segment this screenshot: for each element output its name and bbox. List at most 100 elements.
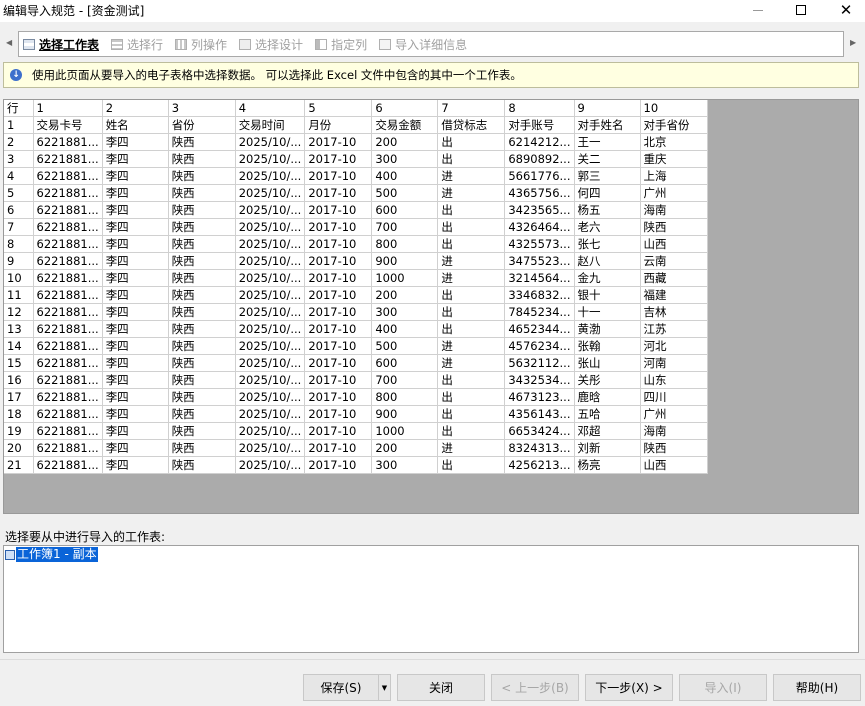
column-header[interactable]: 9 [574,100,641,118]
table-row[interactable]: 20 6221881... 李四 陕西 2025/10/... 2017-10 200 进 83… [4,439,708,458]
table-cell: 出 [437,388,506,407]
close-window-button[interactable]: ✕ [823,0,865,20]
tab-import-details[interactable]: 导入详细信息 [379,36,467,53]
table-cell: 月份 [304,116,373,135]
table-row[interactable]: 3 6221881... 李四 陕西 2025/10/... 2017-10 300 出 689… [4,150,708,169]
import-button[interactable]: 导入(I) [679,674,767,701]
table-cell: 6221881... [33,133,103,152]
tab-column-ops[interactable]: 列操作 [175,36,227,53]
minimize-icon [753,9,763,11]
table-cell: 800 [371,388,439,407]
table-row[interactable]: 21 6221881... 李四 陕西 2025/10/... 2017-10 300 出 42… [4,456,708,475]
table-row[interactable]: 17 6221881... 李四 陕西 2025/10/... 2017-10 800 出 46… [4,388,708,407]
row-number: 2 [4,133,34,152]
table-cell: 8324313... [504,439,575,458]
table-row[interactable]: 8 6221881... 李四 陕西 2025/10/... 2017-10 800 出 432… [4,235,708,254]
row-number: 12 [4,303,34,322]
sheet-list[interactable]: 工作簿1 - 副本 [3,545,859,653]
data-preview-grid[interactable]: 行 1 2 3 4 5 6 7 8 9 10 1 交易卡号 姓名 省份 交易时间 月份 交易金额 借贷标志 对手账号对… [3,99,859,514]
table-cell: 李四 [102,201,169,220]
table-cell: 进 [437,252,506,271]
table-cell: 陕西 [168,337,236,356]
table-cell: 陕西 [168,320,236,339]
table-row[interactable]: 1 交易卡号 姓名 省份 交易时间 月份 交易金额 借贷标志 对手账号 对手姓名 对手省份 [4,116,708,135]
table-row[interactable]: 18 6221881... 李四 陕西 2025/10/... 2017-10 900 出 43… [4,405,708,424]
table-cell: 6221881... [33,320,103,339]
column-header[interactable]: 7 [437,100,506,118]
save-button[interactable]: 保存(S) ▼ [303,674,391,701]
table-row[interactable]: 7 6221881... 李四 陕西 2025/10/... 2017-10 700 出 432… [4,218,708,237]
table-row[interactable]: 12 6221881... 李四 陕西 2025/10/... 2017-10 300 出 78… [4,303,708,322]
table-cell: 交易卡号 [33,116,103,135]
table-cell: 6221881... [33,235,103,254]
table-row[interactable]: 15 6221881... 李四 陕西 2025/10/... 2017-10 600 进 56… [4,354,708,373]
table-cell: 300 [371,303,439,322]
tab-select-sheet[interactable]: 选择工作表 [23,36,99,53]
table-cell: 出 [437,320,506,339]
table-cell: 李四 [102,184,169,203]
table-row[interactable]: 16 6221881... 李四 陕西 2025/10/... 2017-10 700 出 34… [4,371,708,390]
scroll-left-icon[interactable]: ◀ [6,38,12,47]
table-cell: 900 [371,252,439,271]
table-row[interactable]: 10 6221881... 李四 陕西 2025/10/... 2017-10 1000 进 3… [4,269,708,288]
table-cell: 3423565... [504,201,575,220]
table-cell: 广州 [640,184,708,203]
table-row[interactable]: 14 6221881... 李四 陕西 2025/10/... 2017-10 500 进 45… [4,337,708,356]
help-button[interactable]: 帮助(H) [773,674,861,701]
table-cell: 2025/10/... [235,439,306,458]
column-header[interactable]: 4 [235,100,306,118]
table-row[interactable]: 13 6221881... 李四 陕西 2025/10/... 2017-10 400 出 46… [4,320,708,339]
table-cell: 6221881... [33,439,103,458]
table-cell: 3432534... [504,371,575,390]
column-header[interactable]: 8 [504,100,575,118]
details-icon [379,38,392,50]
table-row[interactable]: 2 6221881... 李四 陕西 2025/10/... 2017-10 200 出 621… [4,133,708,152]
next-step-button[interactable]: 下一步(X) > [585,674,673,701]
table-cell: 500 [371,184,439,203]
table-cell: 6221881... [33,167,103,186]
tab-select-rows[interactable]: 选择行 [111,36,163,53]
sheet-list-item[interactable]: 工作簿1 - 副本 [5,547,98,562]
table-cell: 李四 [102,218,169,237]
column-header[interactable]: 2 [102,100,169,118]
table-cell: 陕西 [168,252,236,271]
table-cell: 6653424... [504,422,575,441]
close-button[interactable]: 关闭 [397,674,485,701]
dropdown-arrow-icon[interactable]: ▼ [378,675,390,700]
table-cell: 陕西 [168,269,236,288]
table-row[interactable]: 4 6221881... 李四 陕西 2025/10/... 2017-10 400 进 566… [4,167,708,186]
row-number: 14 [4,337,34,356]
tab-select-design[interactable]: 选择设计 [239,36,303,53]
maximize-button[interactable] [778,0,824,20]
column-header[interactable]: 6 [371,100,439,118]
table-cell: 北京 [640,133,708,152]
tab-specify-column[interactable]: 指定列 [315,36,367,53]
table-cell: 出 [437,133,506,152]
scroll-right-icon[interactable]: ▶ [850,38,856,47]
row-number: 10 [4,269,34,288]
sheet-item-label: 工作簿1 - 副本 [16,547,98,562]
table-cell: 2017-10 [304,167,373,186]
table-row[interactable]: 9 6221881... 李四 陕西 2025/10/... 2017-10 900 进 347… [4,252,708,271]
specify-column-icon [315,38,328,50]
table-row[interactable]: 19 6221881... 李四 陕西 2025/10/... 2017-10 1000 出 6… [4,422,708,441]
tab-label: 选择行 [127,37,164,52]
column-header[interactable]: 10 [640,100,708,118]
column-header[interactable]: 1 [33,100,103,118]
column-header[interactable]: 5 [304,100,373,118]
column-header[interactable]: 3 [168,100,236,118]
row-number: 11 [4,286,34,305]
table-cell: 陕西 [168,133,236,152]
minimize-button[interactable] [735,0,781,20]
table-row[interactable]: 6 6221881... 李四 陕西 2025/10/... 2017-10 600 出 342… [4,201,708,220]
row-number: 18 [4,405,34,424]
table-cell: 4356143... [504,405,575,424]
table-cell: 4576234... [504,337,575,356]
table-row[interactable]: 5 6221881... 李四 陕西 2025/10/... 2017-10 500 进 436… [4,184,708,203]
table-cell: 2025/10/... [235,269,306,288]
prev-step-button[interactable]: < 上一步(B) [491,674,579,701]
table-row[interactable]: 11 6221881... 李四 陕西 2025/10/... 2017-10 200 出 33… [4,286,708,305]
table-cell: 进 [437,184,506,203]
table-cell: 300 [371,456,439,475]
table-cell: 2025/10/... [235,167,306,186]
